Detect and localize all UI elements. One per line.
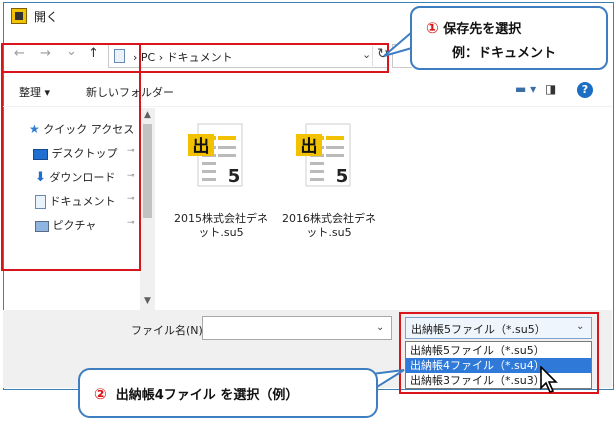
step2-label: ② 出納帳4ファイル を選択（例） <box>94 384 298 403</box>
help-icon[interactable]: ? <box>577 82 593 98</box>
sidebar-scrollbar-thumb[interactable] <box>143 124 152 218</box>
scroll-up-icon[interactable]: ▲ <box>144 110 151 120</box>
step2-number: ② <box>94 385 107 403</box>
icon-num: 5 <box>228 166 241 187</box>
file-name: 2015株式会社デネ ット.su5 <box>166 212 276 240</box>
preview-pane-icon[interactable]: ◨ <box>545 82 556 96</box>
view-options-icon[interactable]: ▬ ▾ <box>515 82 536 96</box>
file-name-line1: 2015株式会社デネ <box>174 212 268 225</box>
icon-char: 出 <box>193 136 210 157</box>
callout-step1: ① 保存先を選択 例：ドキュメント <box>410 6 608 70</box>
step1-line1: 保存先を選択 <box>443 22 522 37</box>
filename-dropdown-chevron-icon[interactable]: ⌄ <box>376 322 384 333</box>
file-name: 2016株式会社デネ ット.su5 <box>274 212 384 240</box>
highlight-box-location <box>1 43 141 271</box>
icon-char: 出 <box>301 136 318 157</box>
su5-file-icon: 出 5 <box>188 123 243 187</box>
filename-input[interactable] <box>202 316 392 340</box>
app-icon <box>11 8 27 24</box>
su5-file-icon: 出 5 <box>296 123 351 187</box>
callout-step2: ② 出納帳4ファイル を選択（例） <box>78 368 378 418</box>
mouse-cursor-icon <box>540 366 558 393</box>
file-name-line1: 2016株式会社デネ <box>282 212 376 225</box>
highlight-box-filetype <box>399 312 599 394</box>
file-name-line2: ット.su5 <box>306 226 352 239</box>
scroll-down-icon[interactable]: ▼ <box>144 296 151 306</box>
filename-label: ファイル名(N): <box>131 324 207 337</box>
highlight-box-address <box>1 43 389 73</box>
file-name-line2: ット.su5 <box>198 226 244 239</box>
step1-number: ① <box>426 19 439 37</box>
window-title: 開く <box>34 10 59 24</box>
step1-title: ① 保存先を選択 <box>426 18 521 37</box>
icon-num: 5 <box>336 166 349 187</box>
step1-line2: 例：ドキュメント <box>452 46 557 61</box>
step2-text: 出納帳4ファイル を選択（例） <box>115 388 299 403</box>
